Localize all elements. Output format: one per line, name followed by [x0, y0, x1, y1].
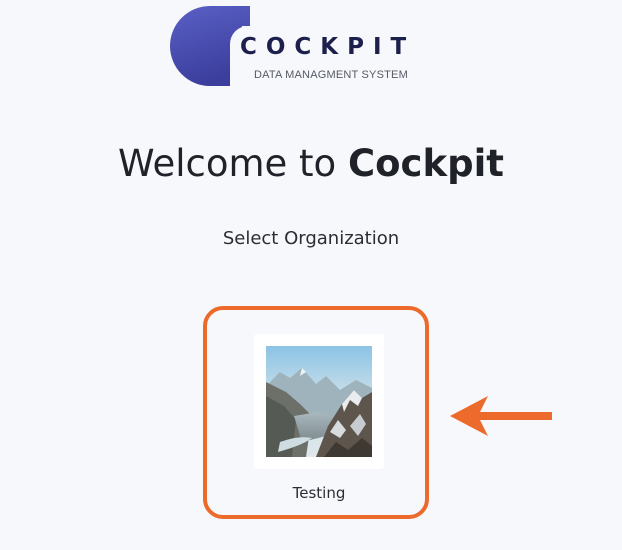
mountain-landscape-image	[266, 346, 372, 457]
page-title: Welcome to Cockpit	[0, 142, 622, 185]
org-thumbnail-frame	[254, 334, 384, 469]
page-title-brand: Cockpit	[347, 142, 504, 185]
org-name: Testing	[292, 484, 346, 502]
logo-wordmark: COCKPIT	[240, 34, 416, 60]
arrow-left-icon	[450, 396, 552, 436]
org-card-testing[interactable]: Testing	[254, 334, 384, 509]
logo-subtitle: DATA MANAGMENT SYSTEM	[254, 69, 408, 81]
cockpit-logo: COCKPIT DATA MANAGMENT SYSTEM	[170, 6, 430, 86]
page-title-prefix: Welcome to	[118, 142, 348, 185]
select-organization-label: Select Organization	[222, 228, 400, 249]
org-select-page: COCKPIT DATA MANAGMENT SYSTEM Welcome to…	[0, 0, 622, 550]
